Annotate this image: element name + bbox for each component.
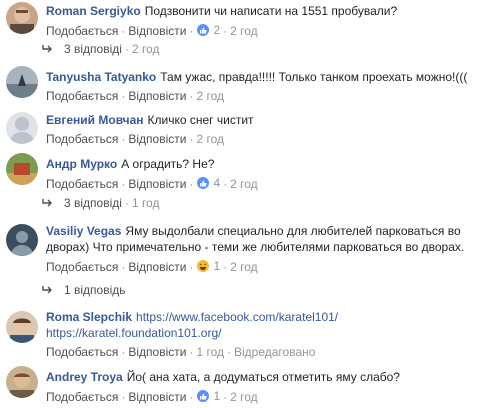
- comment-text: Кличко снег чистит: [147, 113, 254, 127]
- edited-label[interactable]: Відредаговано: [234, 345, 315, 359]
- replies-count[interactable]: 3 відповіді: [64, 196, 122, 210]
- reaction-count: 1: [213, 259, 221, 273]
- avatar[interactable]: [6, 224, 38, 256]
- timestamp[interactable]: 2 год: [196, 132, 224, 146]
- separator: ·: [124, 196, 129, 210]
- avatar[interactable]: [6, 112, 38, 144]
- view-replies-link[interactable]: 3 відповіді · 1 год: [42, 196, 159, 211]
- comment-text: Подзвонити чи написати на 1551 пробували…: [144, 4, 398, 18]
- separator: ·: [121, 260, 126, 274]
- comment-text: Там ужас, правда!!!!! Только танком прое…: [160, 70, 468, 84]
- reactions[interactable]: 4: [196, 176, 220, 190]
- separator: ·: [189, 132, 194, 146]
- comment-text: Яму выдолбали специально для любителей п…: [125, 224, 461, 238]
- view-replies-link[interactable]: 1 відповідь: [42, 283, 126, 298]
- separator: ·: [223, 260, 228, 274]
- separator: ·: [189, 24, 194, 38]
- separator: ·: [121, 177, 126, 191]
- separator: ·: [223, 390, 228, 404]
- replies-count[interactable]: 3 відповіді: [64, 42, 122, 56]
- separator: ·: [121, 89, 126, 103]
- like-reaction-icon: [196, 176, 211, 190]
- separator: ·: [223, 24, 228, 38]
- reply-arrow-icon: [42, 43, 54, 57]
- timestamp[interactable]: 2 год: [230, 260, 258, 274]
- comment-text: Йо( ана хата, а додуматься отметить яму …: [126, 370, 400, 384]
- separator: ·: [121, 24, 126, 38]
- reply-button[interactable]: Відповісти: [128, 89, 186, 103]
- comment-author[interactable]: Vasiliy Vegas: [46, 224, 121, 238]
- like-reaction-icon: [196, 23, 211, 37]
- separator: ·: [189, 177, 194, 191]
- avatar[interactable]: [6, 366, 38, 398]
- like-button[interactable]: Подобається: [46, 89, 118, 103]
- reply-button[interactable]: Відповісти: [128, 390, 186, 404]
- separator: ·: [227, 345, 231, 359]
- comment-text: А оградить? Не?: [121, 157, 215, 171]
- like-button[interactable]: Подобається: [46, 345, 118, 359]
- separator: ·: [124, 42, 129, 56]
- reply-button[interactable]: Відповісти: [128, 260, 186, 274]
- reply-arrow-icon: [42, 197, 54, 211]
- reactions[interactable]: 2: [196, 23, 220, 37]
- comment-author[interactable]: Tanyusha Tatyanko: [46, 70, 156, 84]
- avatar[interactable]: [6, 66, 38, 98]
- replies-timestamp: 1 год: [131, 196, 160, 210]
- reaction-count: 1: [213, 389, 221, 403]
- comment-text-continued: дворах) Что примечательно - теми же люби…: [46, 240, 465, 254]
- separator: ·: [189, 260, 194, 274]
- reply-arrow-icon: [42, 284, 54, 298]
- timestamp[interactable]: 1 год: [196, 345, 224, 359]
- comment-author[interactable]: Andrey Troya: [46, 370, 123, 384]
- comment-link[interactable]: https://www.facebook.com/karatel101/: [136, 310, 338, 324]
- separator: ·: [189, 345, 194, 359]
- view-replies-link[interactable]: 3 відповіді · 2 год: [42, 42, 159, 57]
- reaction-count: 4: [213, 176, 221, 190]
- timestamp[interactable]: 2 год: [230, 390, 258, 404]
- reply-button[interactable]: Відповісти: [128, 24, 186, 38]
- comment-author[interactable]: Roman Sergiyko: [46, 4, 141, 18]
- like-reaction-icon: [196, 389, 211, 403]
- comment-link[interactable]: https://karatel.foundation101.org/: [46, 326, 221, 340]
- like-button[interactable]: Подобається: [46, 260, 118, 274]
- timestamp[interactable]: 2 год: [230, 24, 258, 38]
- replies-count[interactable]: 1 відповідь: [64, 283, 126, 297]
- separator: ·: [223, 177, 228, 191]
- comment-author[interactable]: Roma Slepchik: [46, 310, 132, 324]
- separator: ·: [189, 89, 194, 103]
- avatar[interactable]: [6, 153, 38, 185]
- reactions[interactable]: 1: [196, 259, 220, 273]
- timestamp[interactable]: 2 год: [196, 89, 224, 103]
- reaction-count: 2: [213, 23, 221, 37]
- haha-reaction-icon: [196, 259, 211, 273]
- like-button[interactable]: Подобається: [46, 177, 118, 191]
- reply-button[interactable]: Відповісти: [128, 132, 186, 146]
- replies-timestamp: 2 год: [131, 42, 160, 56]
- comment-author[interactable]: Евгений Мовчан: [46, 113, 144, 127]
- timestamp[interactable]: 2 год: [230, 177, 258, 191]
- separator: ·: [189, 390, 194, 404]
- separator: ·: [121, 345, 126, 359]
- like-button[interactable]: Подобається: [46, 390, 118, 404]
- avatar[interactable]: [6, 311, 38, 343]
- reactions[interactable]: 1: [196, 389, 220, 403]
- avatar[interactable]: [6, 2, 38, 34]
- reply-button[interactable]: Відповісти: [128, 177, 186, 191]
- like-button[interactable]: Подобається: [46, 24, 118, 38]
- reply-button[interactable]: Відповісти: [128, 345, 186, 359]
- comment-author[interactable]: Андр Мурко: [46, 157, 117, 171]
- like-button[interactable]: Подобається: [46, 132, 118, 146]
- separator: ·: [121, 132, 126, 146]
- separator: ·: [121, 390, 126, 404]
